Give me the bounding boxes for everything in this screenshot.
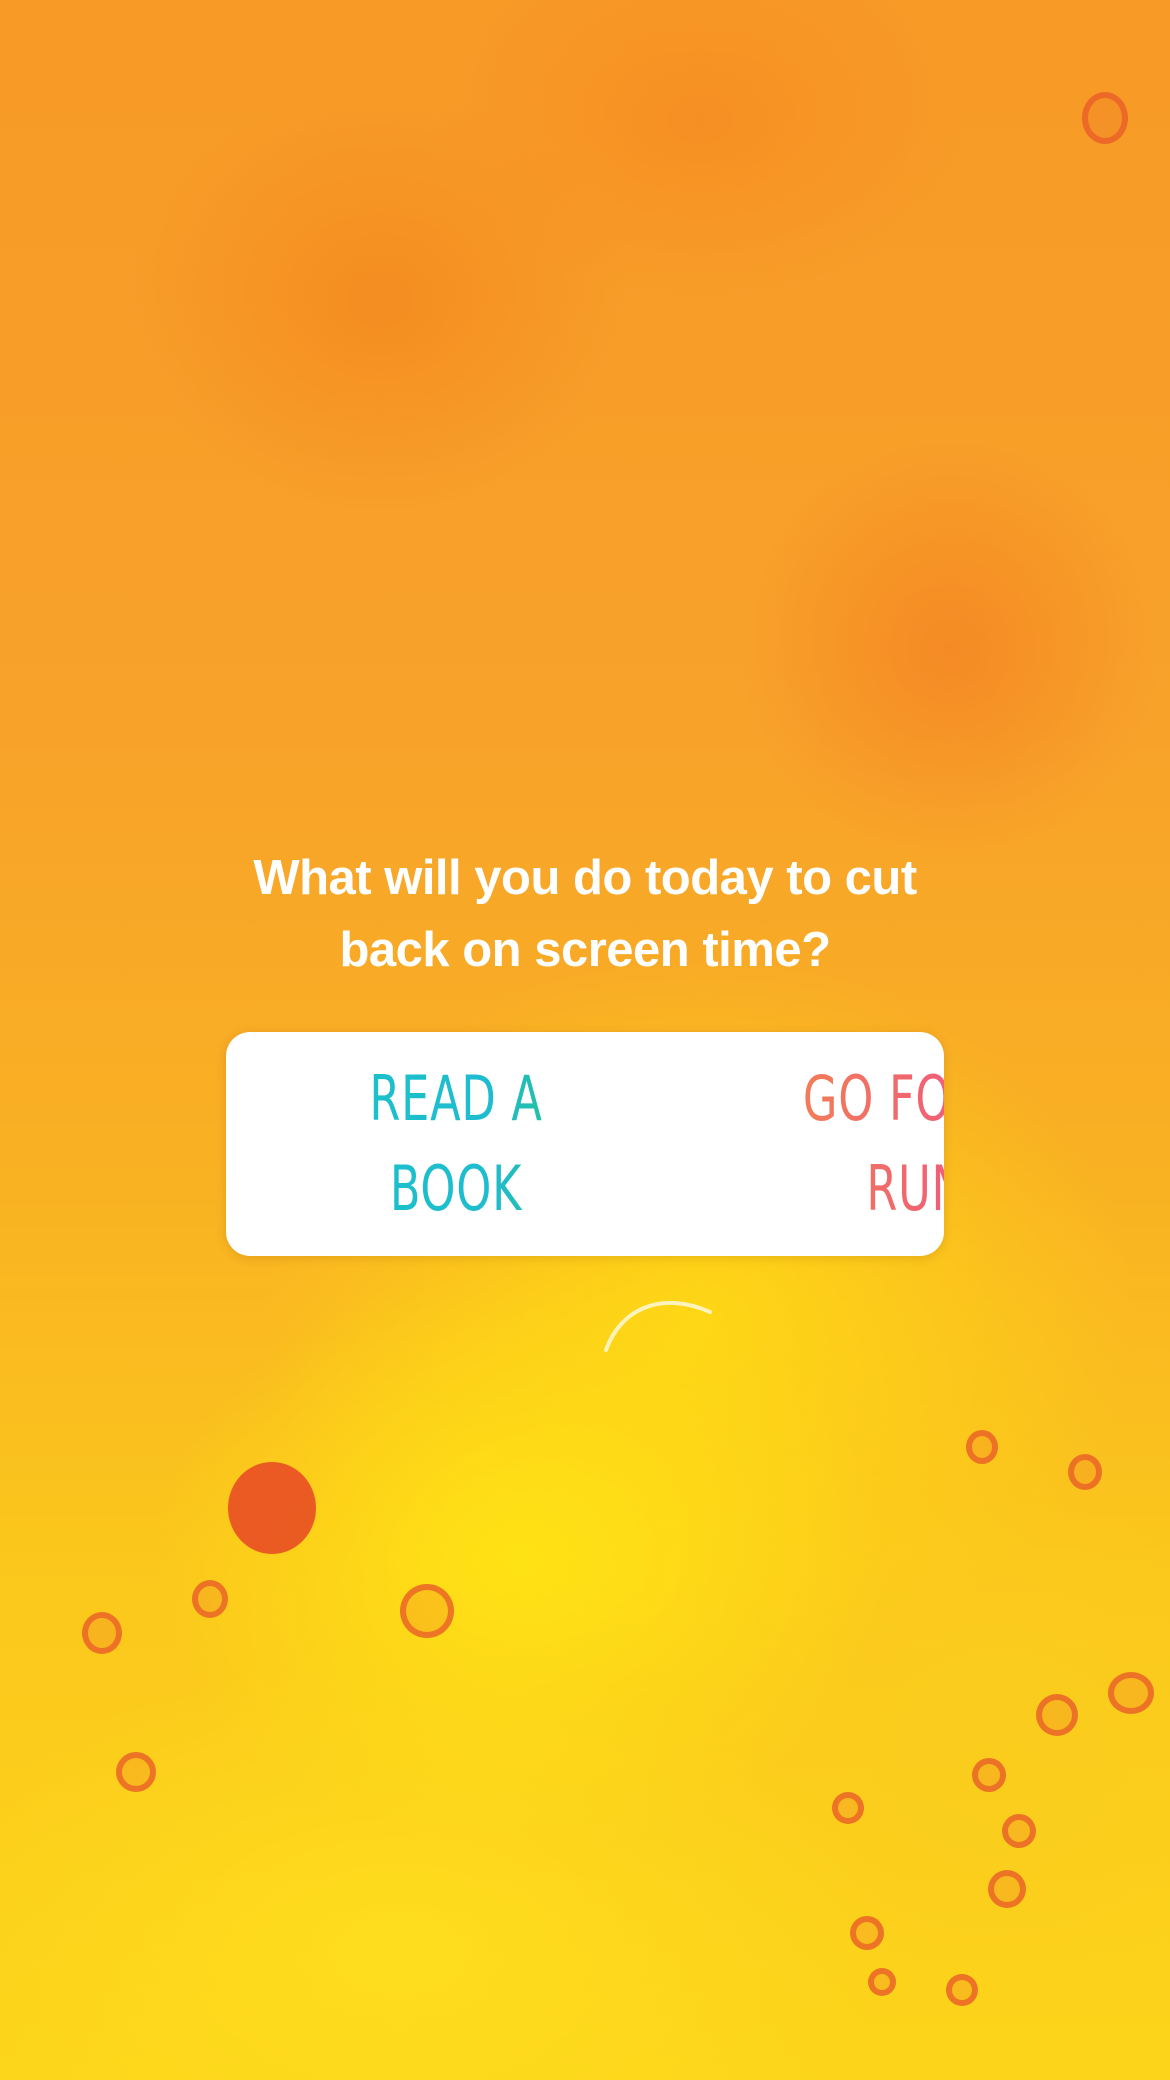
poll-option-read-a-book[interactable]: READ A BOOK: [226, 1032, 686, 1256]
ink-blot: [116, 1752, 156, 1792]
poll-option-label: GO FOR A RUN: [750, 1054, 944, 1234]
ink-blot: [868, 1968, 896, 1996]
ink-blot: [82, 1612, 122, 1654]
ink-blot: [1108, 1672, 1154, 1714]
poll-option-line: BOOK: [389, 1152, 523, 1225]
ink-blot: [972, 1758, 1006, 1792]
ink-blot: [228, 1462, 316, 1554]
ink-blot: [192, 1580, 228, 1618]
ink-blot: [988, 1870, 1026, 1908]
poll-option-go-for-a-run[interactable]: GO FOR A RUN: [686, 1032, 944, 1256]
question-line: What will you do today to cut: [253, 851, 917, 905]
ink-blot: [850, 1916, 884, 1950]
ink-blot: [1036, 1694, 1078, 1736]
ink-blot: [400, 1584, 454, 1638]
ink-blot: [1082, 92, 1128, 144]
poll-option-label: READ A BOOK: [290, 1054, 621, 1234]
swirl-mark: [604, 1301, 712, 1352]
ink-blot: [832, 1792, 864, 1824]
question-text: What will you do today to cut back on sc…: [0, 842, 1170, 986]
ink-blot: [1068, 1454, 1102, 1490]
ink-blot: [1002, 1814, 1036, 1848]
poll-option-line: RUN: [866, 1152, 932, 1225]
ink-blot: [946, 1974, 978, 2006]
poll-option-line: GO FOR A: [802, 1062, 916, 1135]
question-line: back on screen time?: [339, 923, 831, 977]
ink-blot: [966, 1430, 998, 1464]
poll-option-line: READ A: [369, 1062, 543, 1135]
poll-sticker: READ A BOOK GO FOR A RUN: [226, 1032, 944, 1256]
